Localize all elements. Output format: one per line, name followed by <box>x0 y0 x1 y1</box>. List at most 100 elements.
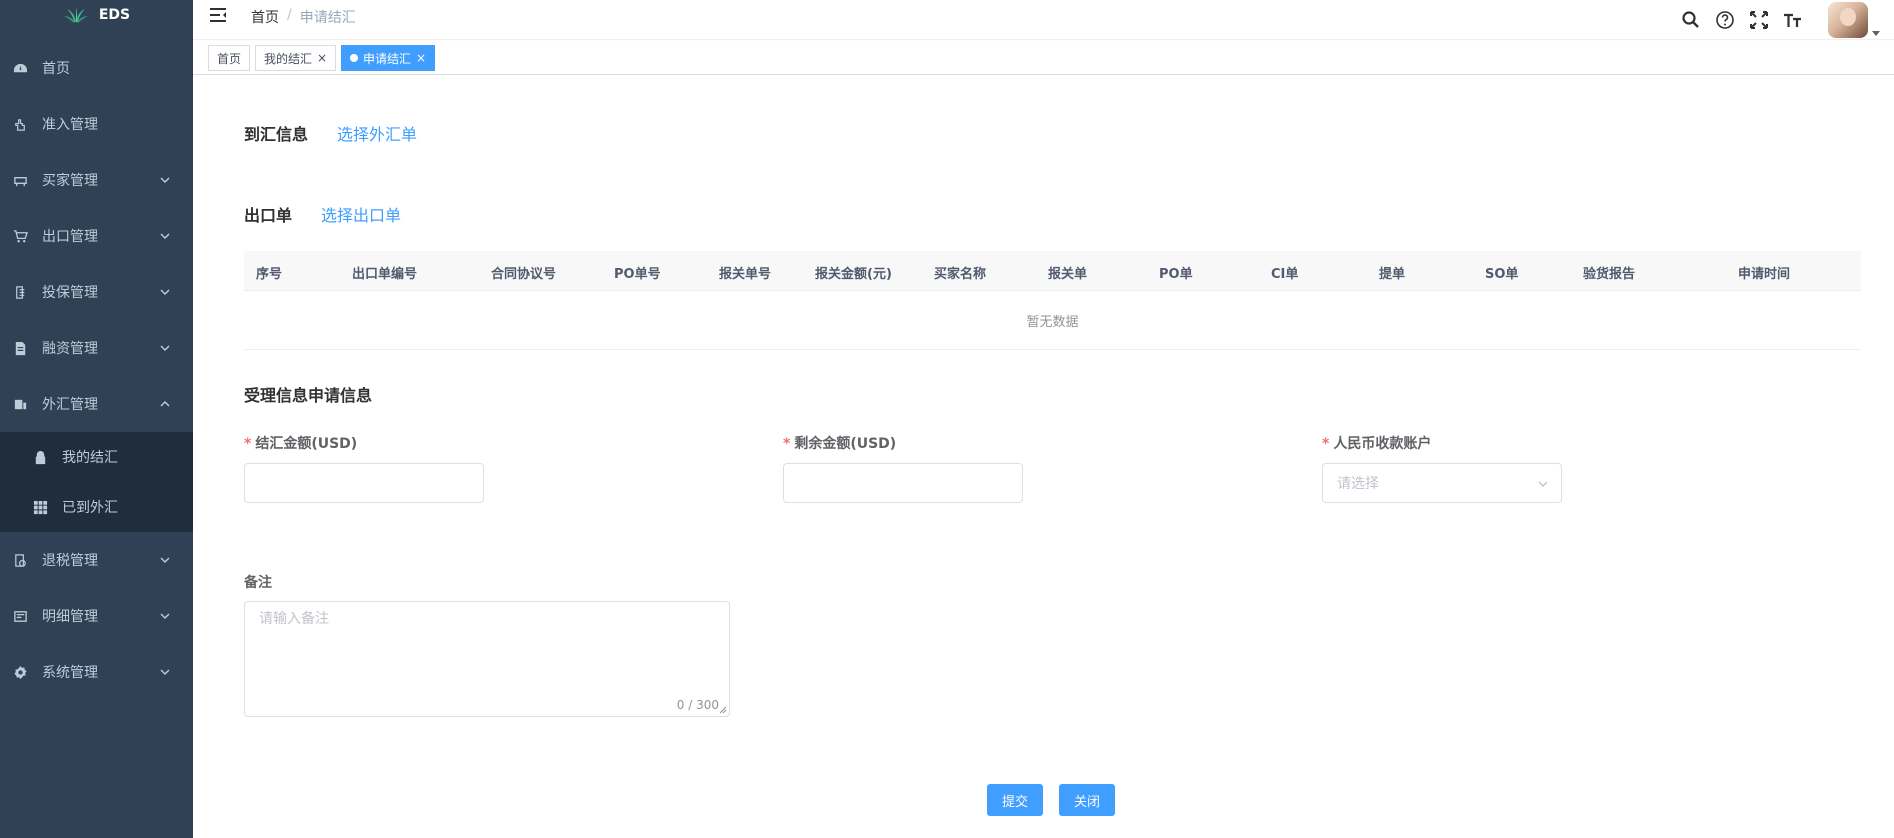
sidebar-item-home[interactable]: 首页 <box>0 40 193 96</box>
export-order-title: 出口单 <box>244 206 293 225</box>
chevron-down-icon <box>1537 478 1549 490</box>
chevron-down-icon <box>159 286 171 298</box>
form-section-title: 受理信息申请信息 <box>244 386 373 405</box>
tag-label: 申请结汇 <box>363 51 412 66</box>
close-icon[interactable]: × <box>416 51 426 65</box>
table-header: 序号 出口单编号 合同协议号 PO单号 报关单号 报关金额(元) 买家名称 报关… <box>244 251 1861 291</box>
lock-icon <box>32 449 48 465</box>
sidebar-item-arrived-forex[interactable]: 已到外汇 <box>0 482 193 532</box>
arrival-info-title: 到汇信息 <box>244 125 309 144</box>
sidebar-item-label: 买家管理 <box>42 173 98 189</box>
tag-my-settlement[interactable]: 我的结汇 × <box>255 45 337 71</box>
hamburger-icon[interactable] <box>209 6 227 24</box>
sidebar-item-label: 明细管理 <box>42 609 98 625</box>
sidebar-item-label: 准入管理 <box>42 117 98 133</box>
tag-label: 首页 <box>217 51 242 66</box>
sidebar-item-label: 出口管理 <box>42 229 98 245</box>
sidebar-item-finance[interactable]: 融资管理 <box>0 320 193 376</box>
rmb-account-select[interactable]: 请选择 <box>1322 463 1562 503</box>
sidebar-item-label: 我的结汇 <box>62 450 118 466</box>
sidebar-item-system[interactable]: 系统管理 <box>0 644 193 700</box>
sidebar-item-export[interactable]: 出口管理 <box>0 208 193 264</box>
help-icon[interactable] <box>1708 5 1742 35</box>
sidebar: EDS 首页 准入管理 买家管理 出口管理 投保管理 融资管理 外汇管理 我的结… <box>0 0 193 838</box>
sidebar-item-buyer[interactable]: 买家管理 <box>0 152 193 208</box>
column-header: 合同协议号 <box>491 267 557 282</box>
insurance-icon <box>12 284 28 300</box>
chevron-up-icon <box>159 398 171 410</box>
caret-down-icon <box>1872 31 1880 36</box>
select-forex-link[interactable]: 选择外汇单 <box>337 121 417 145</box>
sidebar-item-access[interactable]: 准入管理 <box>0 96 193 152</box>
search-icon[interactable] <box>1674 5 1708 35</box>
column-header: 申请时间 <box>1738 267 1791 282</box>
sidebar-item-label: 系统管理 <box>42 665 98 681</box>
remark-textarea[interactable]: 请输入备注 0 / 300 <box>244 601 730 717</box>
resize-handle-icon[interactable] <box>719 706 727 714</box>
main-content: 到汇信息 选择外汇单 出口单 选择出口单 序号 出口单编号 合同协议号 PO单号… <box>193 75 1894 838</box>
navbar-right <box>1674 0 1894 40</box>
tax-refund-icon <box>12 552 28 568</box>
sidebar-item-insurance[interactable]: 投保管理 <box>0 264 193 320</box>
sidebar-item-label: 投保管理 <box>42 285 98 301</box>
buyer-icon <box>12 172 28 188</box>
sidebar-item-label: 外汇管理 <box>42 397 98 413</box>
fullscreen-icon[interactable] <box>1742 5 1776 35</box>
navbar: 首页 / 申请结汇 <box>193 0 1894 40</box>
column-header: 报关单号 <box>719 267 772 282</box>
rmb-account-label: * 人民币收款账户 <box>1322 436 1432 452</box>
settings-icon <box>12 664 28 680</box>
close-icon[interactable]: × <box>317 51 327 65</box>
column-header: CI单 <box>1271 267 1299 282</box>
column-header: PO单号 <box>614 267 661 282</box>
sidebar-item-forex[interactable]: 外汇管理 <box>0 376 193 432</box>
column-header: 买家名称 <box>934 267 987 282</box>
sidebar-item-my-settlement[interactable]: 我的结汇 <box>0 432 193 482</box>
close-button[interactable]: 关闭 <box>1059 784 1116 816</box>
grid-icon <box>32 499 48 515</box>
document-icon <box>12 340 28 356</box>
chevron-down-icon <box>159 666 171 678</box>
textarea-placeholder: 请输入备注 <box>259 611 329 627</box>
remaining-amount-label: * 剩余金额(USD) <box>783 436 897 452</box>
dashboard-icon <box>12 60 28 76</box>
column-header: 序号 <box>256 267 283 282</box>
logo[interactable]: EDS <box>0 0 193 30</box>
chevron-down-icon <box>159 554 171 566</box>
font-size-icon[interactable] <box>1776 5 1810 35</box>
column-header: 报关单 <box>1048 267 1088 282</box>
submit-button[interactable]: 提交 <box>987 784 1044 816</box>
logo-icon <box>63 7 88 23</box>
select-export-link[interactable]: 选择出口单 <box>321 202 401 226</box>
active-dot-icon <box>350 54 358 62</box>
tag-apply-settlement[interactable]: 申请结汇 × <box>341 45 436 71</box>
column-header: SO单 <box>1485 267 1519 282</box>
detail-icon <box>12 608 28 624</box>
tag-home[interactable]: 首页 <box>208 45 251 71</box>
sidebar-item-tax-refund[interactable]: 退税管理 <box>0 532 193 588</box>
sidebar-item-label: 首页 <box>42 61 70 77</box>
export-table: 序号 出口单编号 合同协议号 PO单号 报关单号 报关金额(元) 买家名称 报关… <box>244 251 1861 350</box>
chevron-down-icon <box>159 342 171 354</box>
sidebar-item-label: 融资管理 <box>42 341 98 357</box>
user-menu[interactable] <box>1828 2 1880 38</box>
breadcrumb-home[interactable]: 首页 <box>251 7 279 27</box>
remaining-amount-input[interactable] <box>783 463 1023 503</box>
column-header: 报关金额(元) <box>815 267 892 282</box>
settle-amount-input[interactable] <box>244 463 484 503</box>
sidebar-item-label: 已到外汇 <box>62 500 118 516</box>
tags-view: 首页 我的结汇 × 申请结汇 × <box>193 41 1894 75</box>
char-counter: 0 / 300 <box>676 698 719 712</box>
sidebar-item-detail[interactable]: 明细管理 <box>0 588 193 644</box>
tag-label: 我的结汇 <box>264 51 313 66</box>
settle-amount-label: * 结汇金额(USD) <box>244 436 358 452</box>
chevron-down-icon <box>159 230 171 242</box>
column-header: 出口单编号 <box>352 267 418 282</box>
avatar[interactable] <box>1828 2 1868 38</box>
chevron-down-icon <box>159 174 171 186</box>
logo-text: EDS <box>98 7 131 23</box>
forex-icon <box>12 396 28 412</box>
breadcrumb-separator: / <box>287 7 292 23</box>
cart-icon <box>12 228 28 244</box>
column-header: 提单 <box>1379 267 1406 282</box>
